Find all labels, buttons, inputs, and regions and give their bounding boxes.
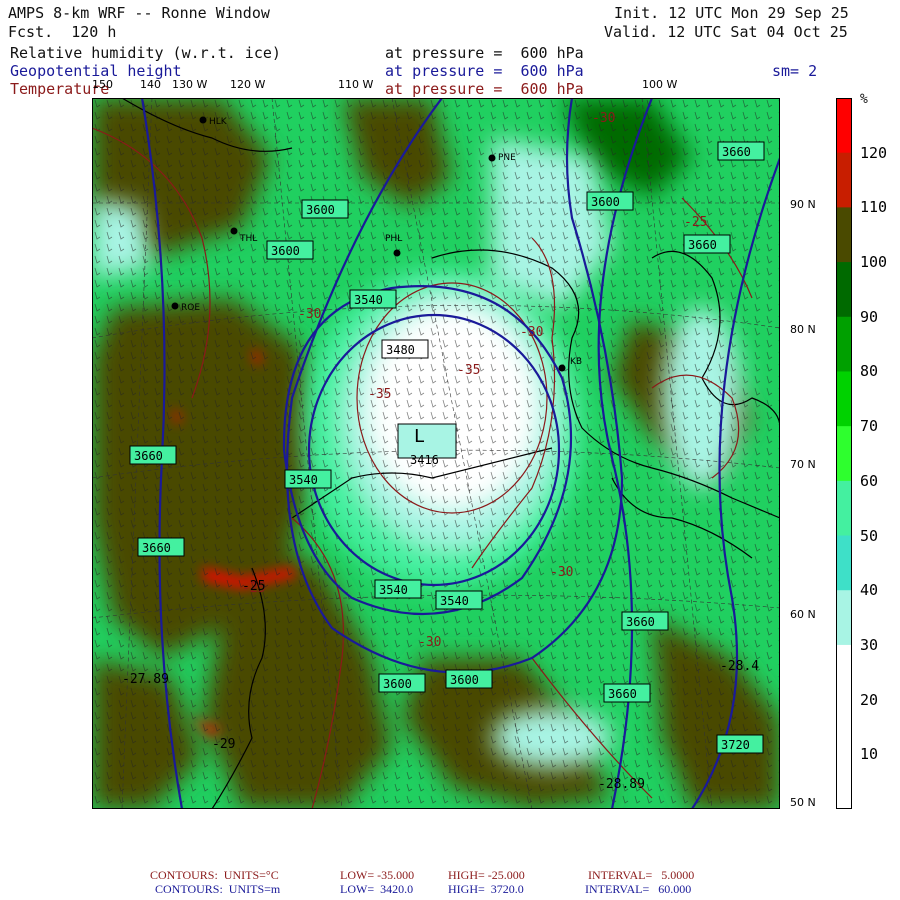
- temperature-label: -35: [368, 387, 391, 402]
- colorbar-band: [836, 699, 852, 755]
- colorbar-tick-label: 40: [860, 581, 879, 600]
- lat-label-70: 70 N: [790, 458, 816, 471]
- footer-height-interval: INTERVAL= 60.000: [585, 882, 692, 896]
- colorbar-band: [836, 262, 852, 318]
- height-label: 3540: [354, 293, 383, 307]
- colorbar-band: [836, 754, 852, 809]
- height-label: 3660: [688, 238, 717, 252]
- footer-temperature-high: HIGH= -25.000: [448, 868, 525, 882]
- field-pressure-temperature: at pressure = 600 hPa: [385, 80, 584, 98]
- forecast-hour: Fcst. 120 h: [8, 23, 117, 41]
- height-label: 3540: [379, 583, 408, 597]
- lon-label-130: 130 W: [172, 78, 208, 91]
- temperature-label: -25: [684, 215, 707, 230]
- colorbar-tick-label: 30: [860, 635, 879, 654]
- lon-label-120: 120 W: [230, 78, 266, 91]
- station-label: ROE: [181, 303, 200, 313]
- temperature-label: -30: [418, 635, 441, 650]
- init-time: Init. 12 UTC Mon 29 Sep 25: [614, 4, 849, 22]
- field-pressure-height: at pressure = 600 hPa: [385, 62, 584, 80]
- colorbar-band: [836, 98, 852, 154]
- colorbar-tick-label: 60: [860, 471, 879, 490]
- height-label: 3540: [440, 594, 469, 608]
- station-label: KB: [570, 357, 582, 367]
- smoothing-label: sm= 2: [772, 62, 818, 80]
- colorbar-tick-label: 100: [860, 253, 888, 272]
- lat-label-50: 50 N: [790, 796, 816, 809]
- colorbar-band: [836, 316, 852, 372]
- footer-height-high: HIGH= 3720.0: [448, 882, 524, 896]
- colorbar-tick-label: 90: [860, 307, 879, 326]
- colorbar-tick-label: 10: [860, 745, 879, 764]
- colorbar-unit: %: [860, 92, 868, 107]
- height-label: 3660: [142, 541, 171, 555]
- low-center-value: 3416: [410, 453, 439, 467]
- height-label: 3600: [306, 203, 335, 217]
- map-title: AMPS 8-km WRF -- Ronne Window: [8, 4, 270, 22]
- height-label: 3600: [271, 244, 300, 258]
- height-label: 3660: [722, 145, 751, 159]
- height-label: 3540: [289, 473, 318, 487]
- colorbar-band: [836, 426, 852, 482]
- extreme-label: -27.89: [122, 672, 169, 687]
- forecast-map: PNE PHL THL ROE HLK KB 3600 3600 3540 34…: [92, 98, 780, 809]
- colorbar-band: [836, 152, 852, 208]
- height-label: 3480: [386, 343, 415, 357]
- colorbar-band: [836, 644, 852, 701]
- footer-temperature-units: CONTOURS: UNITS=°C: [150, 868, 279, 882]
- lon-label-110: 110 W: [338, 78, 374, 91]
- low-center-letter: L: [414, 426, 425, 447]
- lon-label-150: 150: [92, 78, 113, 91]
- colorbar-band: [836, 590, 852, 646]
- station-label: PHL: [385, 234, 402, 244]
- footer-height-low: LOW= 3420.0: [340, 882, 414, 896]
- colorbar-band: [836, 535, 852, 591]
- station-label: THL: [239, 234, 257, 244]
- field-pressure-rh: at pressure = 600 hPa: [385, 44, 584, 62]
- footer-height-units: CONTOURS: UNITS=m: [155, 882, 281, 896]
- lat-label-80: 80 N: [790, 323, 816, 336]
- lat-label-60: 60 N: [790, 608, 816, 621]
- height-label: 3600: [450, 673, 479, 687]
- extreme-label: -25: [242, 579, 265, 594]
- extreme-label: -28.4: [720, 659, 759, 674]
- extreme-label: -28.89: [598, 777, 645, 792]
- temperature-label: -30: [592, 111, 615, 126]
- extreme-label: -29: [212, 737, 235, 752]
- colorbar-tick-label: 20: [860, 690, 879, 709]
- height-label: 3660: [626, 615, 655, 629]
- colorbar-band: [836, 371, 852, 427]
- height-label: 3660: [608, 687, 637, 701]
- height-label: 3600: [591, 195, 620, 209]
- colorbar-tick-label: 70: [860, 417, 879, 436]
- colorbar-tick-label: 50: [860, 526, 879, 545]
- temperature-label: -30: [298, 307, 321, 322]
- lon-label-140: 140: [140, 78, 161, 91]
- height-label: 3720: [721, 738, 750, 752]
- height-label: 3600: [383, 677, 412, 691]
- lat-label-90: 90 N: [790, 198, 816, 211]
- station-label: HLK: [209, 117, 228, 127]
- field-label-height: Geopotential height: [10, 62, 182, 80]
- colorbar-tick-label: 110: [860, 198, 888, 217]
- valid-time: Valid. 12 UTC Sat 04 Oct 25: [604, 23, 848, 41]
- footer-temperature-interval: INTERVAL= 5.0000: [588, 868, 695, 882]
- colorbar: [836, 98, 852, 809]
- height-label: 3660: [134, 449, 163, 463]
- station-label: PNE: [498, 153, 516, 163]
- temperature-label: -30: [520, 325, 543, 340]
- footer-temperature-low: LOW= -35.000: [340, 868, 415, 882]
- colorbar-tick-label: 80: [860, 362, 879, 381]
- field-label-rh: Relative humidity (w.r.t. ice): [10, 44, 281, 62]
- colorbar-tick-label: 120: [860, 143, 888, 162]
- colorbar-band: [836, 480, 852, 537]
- colorbar-band: [836, 207, 852, 263]
- lon-label-100: 100 W: [642, 78, 678, 91]
- temperature-label: -35: [457, 363, 480, 378]
- temperature-label: -30: [550, 565, 573, 580]
